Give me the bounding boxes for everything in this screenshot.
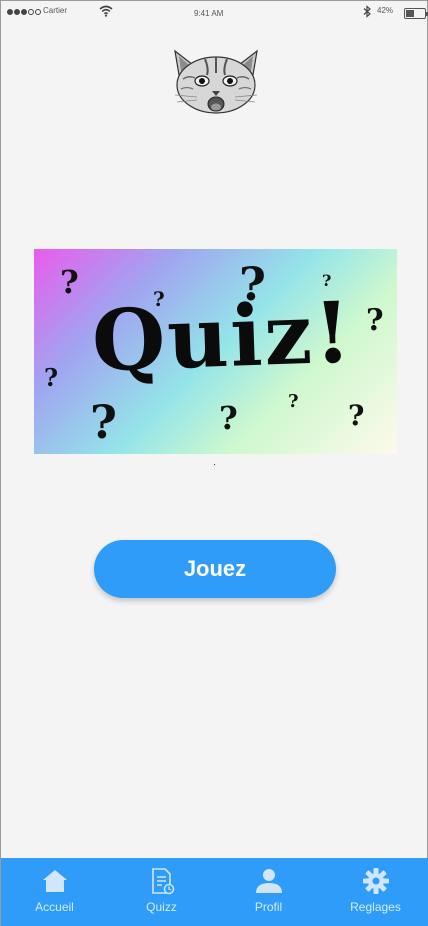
signal-strength-icon xyxy=(7,9,41,15)
question-mark: ? xyxy=(239,257,266,311)
status-time: 9:41 AM xyxy=(194,9,224,18)
app-screen: Cartier 9:41 AM 42% Quiz! ? ? ? ? ? ? ? … xyxy=(0,0,428,926)
tab-label: Reglages xyxy=(350,900,401,914)
question-mark: ? xyxy=(322,271,332,290)
home-icon xyxy=(42,870,67,892)
battery-percentage: 42% xyxy=(377,6,394,15)
banner-title: Quiz! xyxy=(90,282,355,391)
tab-label: Profil xyxy=(254,900,283,914)
question-mark: ? xyxy=(60,263,79,301)
question-mark: ? xyxy=(90,395,117,449)
tab-accueil[interactable]: Accueil xyxy=(1,858,108,926)
battery-level xyxy=(406,10,414,17)
question-mark: ? xyxy=(366,303,384,338)
question-mark: ? xyxy=(288,391,299,412)
profile-icon xyxy=(255,869,282,893)
quiz-document-icon xyxy=(151,868,174,895)
battery-icon xyxy=(404,8,428,19)
tab-profil[interactable]: Profil xyxy=(215,858,322,926)
wifi-icon xyxy=(99,5,113,17)
question-mark: ? xyxy=(348,399,365,432)
settings-icon xyxy=(362,868,389,894)
decorative-dot xyxy=(214,464,215,465)
tab-label: Quizz xyxy=(146,900,177,914)
quiz-banner-image: Quiz! ? ? ? ? ? ? ? ? ? ? xyxy=(34,249,397,454)
play-button[interactable]: Jouez xyxy=(94,540,336,598)
status-bar: Cartier 9:41 AM 42% xyxy=(1,1,428,23)
cat-logo-image xyxy=(174,49,258,114)
question-mark: ? xyxy=(44,363,59,392)
tab-label: Accueil xyxy=(35,900,74,914)
tab-bar: Accueil Quizz Profil Reglages xyxy=(1,858,428,926)
question-mark: ? xyxy=(219,399,238,437)
question-mark: ? xyxy=(153,287,165,311)
bluetooth-icon xyxy=(363,5,371,18)
tab-reglages[interactable]: Reglages xyxy=(322,858,428,926)
tab-quizz[interactable]: Quizz xyxy=(108,858,215,926)
carrier-name: Cartier xyxy=(43,6,68,15)
